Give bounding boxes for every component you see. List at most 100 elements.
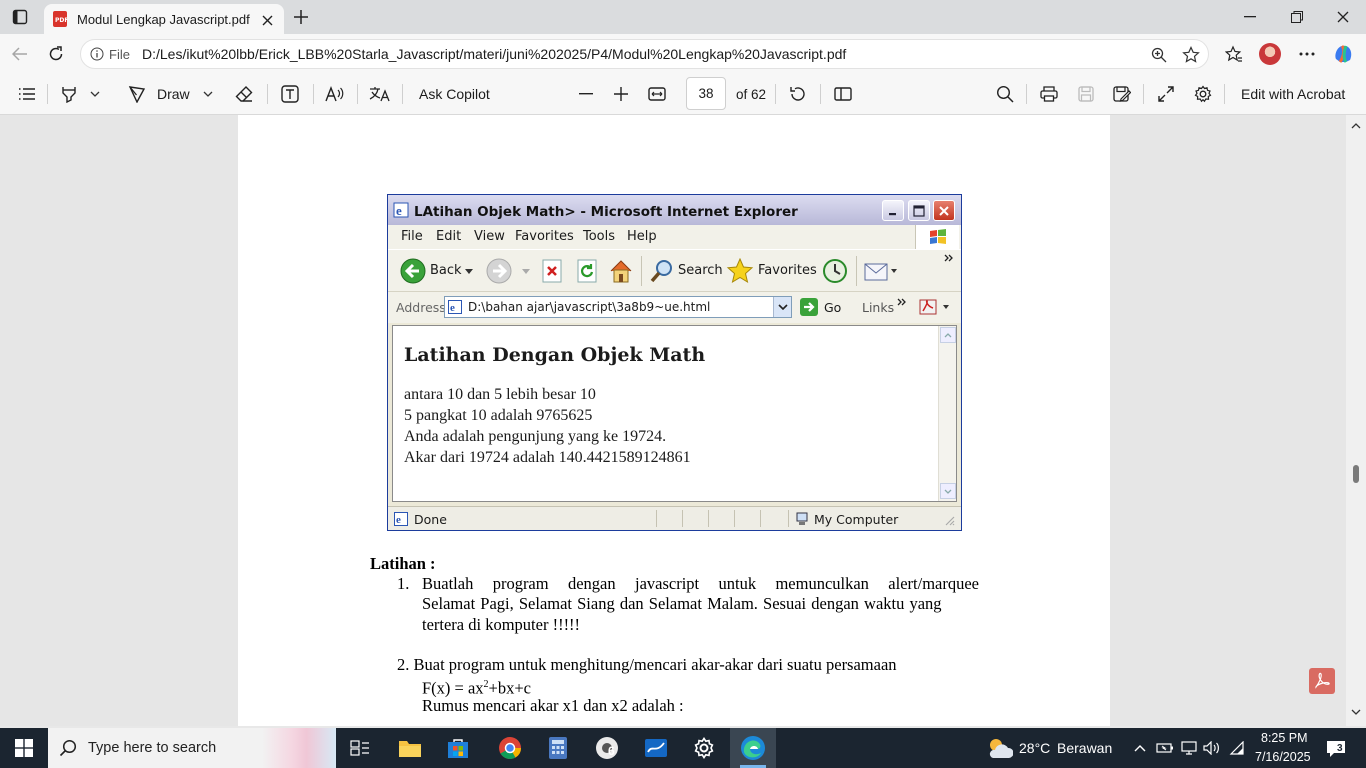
ie-favorites-label: Favorites <box>758 263 817 278</box>
svg-text:e: e <box>450 302 455 314</box>
edit-with-acrobat-button[interactable]: Edit with Acrobat <box>1241 86 1345 102</box>
fullscreen-icon[interactable] <box>1155 84 1177 104</box>
ask-copilot-button[interactable]: Ask Copilot <box>419 86 490 102</box>
url-text[interactable]: D:/Les/ikut%20lbb/Erick_LBB%20Starla_Jav… <box>142 46 846 62</box>
toolbar-divider <box>1143 84 1144 104</box>
zoom-in-icon[interactable] <box>610 84 632 104</box>
toolbar-divider <box>775 84 776 104</box>
settings-icon[interactable] <box>681 728 727 768</box>
ie-menu-edit: Edit <box>436 229 462 244</box>
ie-title-bar: e LAtihan Objek Math> - Microsoft Intern… <box>388 195 961 225</box>
fit-page-icon[interactable] <box>646 84 668 104</box>
file-explorer-icon[interactable] <box>387 728 433 768</box>
page-view-icon[interactable] <box>832 84 854 104</box>
ie-dropdown-icon <box>464 267 474 275</box>
ie-go-icon <box>798 297 820 317</box>
read-aloud-icon[interactable] <box>324 84 346 104</box>
add-text-icon[interactable] <box>279 84 301 104</box>
toolbar-divider <box>313 84 314 104</box>
rotate-icon[interactable] <box>787 84 809 104</box>
ie-scroll-down-icon <box>940 483 956 499</box>
wifi-icon[interactable] <box>1228 740 1246 756</box>
new-tab-icon[interactable] <box>290 6 312 28</box>
page-number-input[interactable]: 38 <box>686 77 726 110</box>
copilot-icon[interactable] <box>1331 42 1355 66</box>
scroll-down-icon[interactable] <box>1350 707 1362 717</box>
info-icon[interactable] <box>89 46 105 62</box>
close-window-icon[interactable] <box>1331 6 1355 28</box>
omnibox[interactable]: File D:/Les/ikut%20lbb/Erick_LBB%20Starl… <box>80 39 1209 69</box>
ie-window-title: LAtihan Objek Math> - Microsoft Internet… <box>414 204 798 220</box>
draw-label[interactable]: Draw <box>157 86 190 102</box>
restore-icon[interactable] <box>1285 6 1309 28</box>
more-menu-icon[interactable] <box>1295 42 1319 66</box>
store-icon[interactable] <box>435 728 481 768</box>
list-item-line: Selamat Pagi, Selamat Siang dan Selamat … <box>422 594 942 613</box>
chevron-up-icon[interactable] <box>1132 740 1148 756</box>
eraser-icon[interactable] <box>233 84 255 104</box>
save-as-icon[interactable] <box>1111 84 1133 104</box>
sidebar-toggle-icon[interactable] <box>8 6 32 28</box>
refresh-icon[interactable] <box>44 42 68 66</box>
zoom-out-icon[interactable] <box>575 84 597 104</box>
ie-toolbar: Back Search Favorites <box>388 249 961 291</box>
edge-icon[interactable] <box>730 728 776 768</box>
start-windows-icon[interactable] <box>0 728 48 768</box>
ie-done-icon: e <box>393 511 409 527</box>
ie-menu-favorites: Favorites <box>515 229 574 244</box>
scroll-up-icon[interactable] <box>1350 121 1362 131</box>
chrome-profile-icon[interactable]: 6 <box>584 728 630 768</box>
chrome-icon[interactable] <box>487 728 533 768</box>
list-item-2: 2. Buat program untuk menghitung/mencari… <box>397 655 897 674</box>
ie-back-icon <box>400 258 426 284</box>
whiteboard-icon[interactable] <box>633 728 679 768</box>
notification-icon[interactable]: 3 <box>1322 738 1350 760</box>
back-icon[interactable] <box>8 42 32 66</box>
taskbar-search-box[interactable]: Type here to search <box>48 728 336 768</box>
clock-date[interactable]: 7/16/2025 <box>1255 750 1311 764</box>
favorite-star-icon[interactable] <box>1181 45 1201 65</box>
clock-time[interactable]: 8:25 PM <box>1261 731 1308 745</box>
task-view-icon[interactable] <box>337 728 383 768</box>
page-number-value: 38 <box>698 86 714 101</box>
close-tab-icon[interactable] <box>258 11 276 29</box>
draw-dropdown-icon[interactable] <box>200 86 216 102</box>
minimize-icon[interactable] <box>1238 6 1262 28</box>
weather-icon[interactable] <box>985 735 1013 761</box>
acrobat-icon[interactable] <box>1309 668 1335 694</box>
favorites-icon[interactable] <box>1222 42 1246 66</box>
highlight-dropdown-icon[interactable] <box>87 86 103 102</box>
find-icon[interactable] <box>994 84 1016 104</box>
translate-icon[interactable] <box>368 84 392 104</box>
ie-refresh-icon <box>575 258 599 284</box>
volume-icon[interactable] <box>1203 740 1221 756</box>
profile-avatar[interactable] <box>1259 43 1281 65</box>
highlight-icon[interactable] <box>58 84 80 104</box>
chrome-badge: 6 <box>608 744 615 758</box>
weather-temp[interactable]: 28°C <box>1019 740 1050 756</box>
settings-gear-icon[interactable] <box>1192 83 1214 105</box>
toolbar-divider <box>47 84 48 104</box>
save-icon[interactable] <box>1075 84 1097 104</box>
weather-desc[interactable]: Berawan <box>1057 740 1112 756</box>
ie-address-label: Address <box>396 300 446 315</box>
svg-text:e: e <box>396 203 402 218</box>
ie-toolbar-divider <box>641 256 642 286</box>
scroll-thumb[interactable] <box>1353 465 1359 483</box>
toolbar-divider <box>402 84 403 104</box>
toolbar-divider <box>820 84 821 104</box>
battery-icon[interactable] <box>1156 740 1174 756</box>
ie-menu-tools: Tools <box>583 229 616 244</box>
tab-active[interactable]: PDF Modul Lengkap Javascript.pdf <box>44 4 284 34</box>
network-icon[interactable] <box>1180 740 1198 756</box>
calculator-icon[interactable] <box>535 728 581 768</box>
ie-address-field: e D:\bahan ajar\javascript\3a8b9~ue.html <box>444 296 792 318</box>
vertical-scrollbar[interactable] <box>1346 115 1366 726</box>
ie-stop-icon <box>540 258 564 284</box>
contents-list-icon[interactable] <box>16 84 38 104</box>
draw-pen-icon[interactable] <box>126 84 148 104</box>
ie-logo-icon: e <box>393 202 409 218</box>
print-icon[interactable] <box>1038 84 1060 104</box>
ie-history-icon <box>821 258 849 284</box>
zoom-icon[interactable] <box>1149 45 1169 65</box>
